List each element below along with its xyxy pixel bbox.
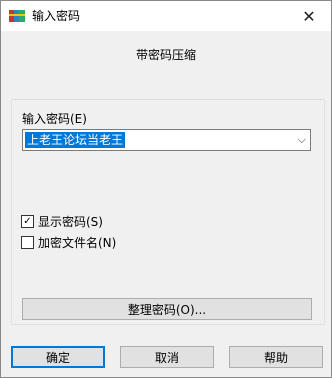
- password-input[interactable]: 上老王论坛当老王: [25, 132, 126, 148]
- window-title: 输入密码: [32, 9, 81, 23]
- winrar-icon: [9, 10, 25, 22]
- show-password-option[interactable]: ✓ 显示密码(S): [21, 213, 103, 230]
- close-icon: ✕: [302, 6, 316, 26]
- encrypt-filenames-label: 加密文件名(N): [38, 236, 117, 250]
- help-button[interactable]: 帮助: [229, 346, 323, 368]
- show-password-label: 显示密码(S): [38, 215, 103, 229]
- ok-button[interactable]: 确定: [11, 346, 105, 368]
- cancel-button[interactable]: 取消: [120, 346, 214, 368]
- password-combobox[interactable]: 上老王论坛当老王 ⌵: [22, 129, 311, 151]
- dialog-subtitle: 带密码压缩: [135, 48, 196, 62]
- close-button[interactable]: ✕: [287, 1, 331, 31]
- title-bar[interactable]: 输入密码 ✕: [1, 1, 331, 31]
- encrypt-filenames-checkbox[interactable]: [21, 236, 34, 249]
- password-label: 输入密码(E): [22, 112, 87, 126]
- check-icon: ✓: [23, 215, 32, 227]
- show-password-checkbox[interactable]: ✓: [21, 215, 34, 228]
- chevron-down-icon[interactable]: ⌵: [298, 133, 306, 147]
- organize-passwords-button[interactable]: 整理密码(O)...: [22, 298, 312, 320]
- encrypt-filenames-option[interactable]: 加密文件名(N): [21, 234, 116, 251]
- password-dialog: 输入密码 ✕ 带密码压缩 输入密码(E) 上老王论坛当老王 ⌵ ✓ 显示密码(S…: [0, 0, 332, 378]
